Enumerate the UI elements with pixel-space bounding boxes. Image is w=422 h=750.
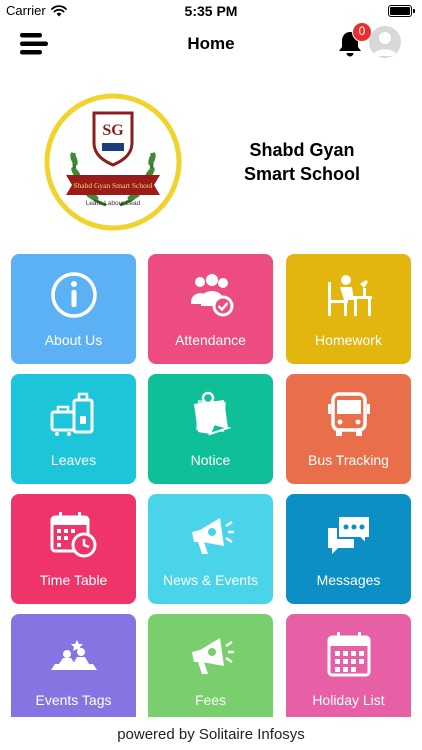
school-name-line2: Smart School xyxy=(243,164,361,184)
info-icon xyxy=(50,272,97,318)
event-icon xyxy=(50,640,97,670)
tile-events-tags[interactable]: Events Tags xyxy=(11,614,136,724)
status-time: 5:35 PM xyxy=(184,3,238,19)
school-logo: SG Shabd Gyan Smart School Learn.Labour.… xyxy=(44,93,182,231)
tile-label: Notice xyxy=(190,452,231,468)
tile-label: Events Tags xyxy=(35,692,112,708)
tile-messages[interactable]: Messages xyxy=(286,494,411,604)
megaphone-icon xyxy=(191,638,234,674)
tile-label: Homework xyxy=(315,332,382,348)
tile-label: Time Table xyxy=(39,572,108,588)
tile-label: Fees xyxy=(194,692,227,708)
school-name-line1: Shabd Gyan xyxy=(249,140,355,160)
luggage-icon xyxy=(50,392,93,436)
calendar-icon xyxy=(327,632,370,677)
tile-homework[interactable]: Homework xyxy=(286,254,411,364)
tile-label: Bus Tracking xyxy=(308,452,389,468)
tile-notice[interactable]: Notice xyxy=(148,374,273,484)
homework-icon xyxy=(327,275,372,316)
tile-leaves[interactable]: Leaves xyxy=(11,374,136,484)
tile-label: Attendance xyxy=(175,332,246,348)
calendar-clock-icon xyxy=(50,512,96,558)
logo-initials: SG xyxy=(102,122,124,139)
tile-fees[interactable]: Fees xyxy=(148,614,273,724)
nav-bar: Home 0 xyxy=(0,22,422,66)
chat-icon xyxy=(327,515,371,554)
tile-news-events[interactable]: News & Events xyxy=(148,494,273,604)
megaphone-icon xyxy=(191,518,234,554)
tile-label: About Us xyxy=(44,332,103,348)
tile-attendance[interactable]: Attendance xyxy=(148,254,273,364)
status-bar: Carrier 5:35 PM xyxy=(0,0,422,22)
notice-icon xyxy=(193,391,231,436)
tile-time-table[interactable]: Time Table xyxy=(11,494,136,604)
avatar[interactable] xyxy=(369,26,401,58)
battery-icon xyxy=(388,5,415,17)
user-icon xyxy=(373,32,397,56)
logo-motto: Learn.Labour.Lead xyxy=(86,200,141,207)
logo-banner-text: Shabd Gyan Smart School xyxy=(73,181,152,190)
footer-credit: powered by Solitaire Infosys xyxy=(0,717,422,750)
tile-label: News & Events xyxy=(163,572,258,588)
tile-label: Messages xyxy=(316,572,381,588)
tile-about-us[interactable]: About Us xyxy=(11,254,136,364)
school-name: Shabd Gyan Smart School xyxy=(222,138,382,186)
tile-holiday-list[interactable]: Holiday List xyxy=(286,614,411,724)
tile-label: Leaves xyxy=(50,452,97,468)
tile-label: Holiday List xyxy=(312,692,385,708)
bus-icon xyxy=(327,392,370,436)
attendance-icon xyxy=(190,274,233,317)
tile-bus-tracking[interactable]: Bus Tracking xyxy=(286,374,411,484)
